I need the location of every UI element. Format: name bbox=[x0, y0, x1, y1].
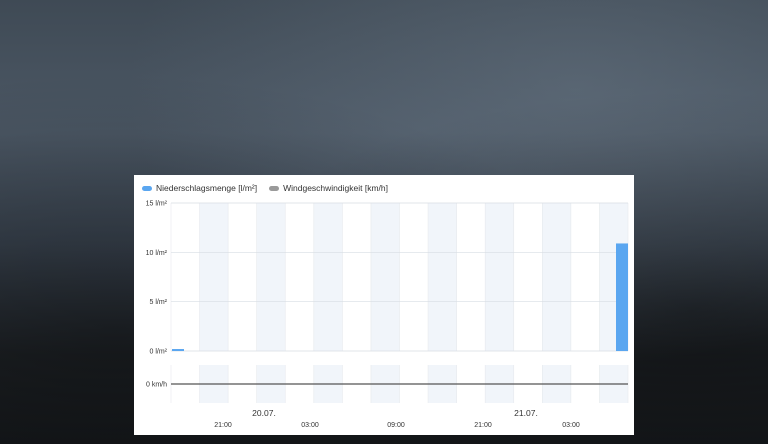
x-tick-label: 03:00 bbox=[562, 422, 580, 429]
column-band bbox=[256, 203, 286, 351]
column-band bbox=[542, 203, 571, 351]
column-band bbox=[428, 203, 457, 351]
chart-legend: Niederschlagsmenge [l/m²] Windgeschwindi… bbox=[142, 181, 400, 195]
wind-y-tick-label: 0 km/h bbox=[146, 382, 167, 389]
x-date-label: 21.07. bbox=[514, 408, 538, 418]
column-band bbox=[199, 203, 229, 351]
legend-precipitation-label: Niederschlagsmenge [l/m²] bbox=[156, 183, 258, 193]
x-tick-label: 21:00 bbox=[214, 422, 232, 429]
legend-item-wind[interactable]: Windgeschwindigkeit [km/h] bbox=[269, 183, 388, 193]
y-tick-label: 0 l/m² bbox=[150, 349, 168, 356]
x-tick-label: 21:00 bbox=[474, 422, 492, 429]
weather-chart-widget: 15 l/m² 10 l/m² 5 l/m² 0 l/m² 0 km/h 20.07. 21… bbox=[134, 175, 634, 435]
legend-item-precipitation[interactable]: Niederschlagsmenge [l/m²] bbox=[142, 183, 257, 193]
x-date-label: 20.07. bbox=[252, 408, 276, 418]
y-tick-label: 5 l/m² bbox=[150, 299, 168, 306]
chart-canvas: 15 l/m² 10 l/m² 5 l/m² 0 l/m² 0 km/h 20.07. 21… bbox=[146, 201, 629, 429]
column-band bbox=[313, 203, 343, 351]
wind-swatch bbox=[269, 185, 280, 191]
x-tick-label: 09:00 bbox=[387, 422, 405, 429]
precipitation-swatch bbox=[142, 185, 152, 191]
precipitation-bar bbox=[172, 349, 184, 351]
column-band bbox=[370, 203, 400, 351]
y-tick-label: 10 l/m² bbox=[146, 250, 168, 257]
legend-wind-label: Windgeschwindigkeit [km/h] bbox=[283, 183, 388, 193]
precipitation-bar bbox=[616, 243, 628, 351]
y-tick-label: 15 l/m² bbox=[146, 201, 168, 208]
x-tick-label: 03:00 bbox=[301, 422, 319, 429]
column-band bbox=[485, 203, 514, 351]
